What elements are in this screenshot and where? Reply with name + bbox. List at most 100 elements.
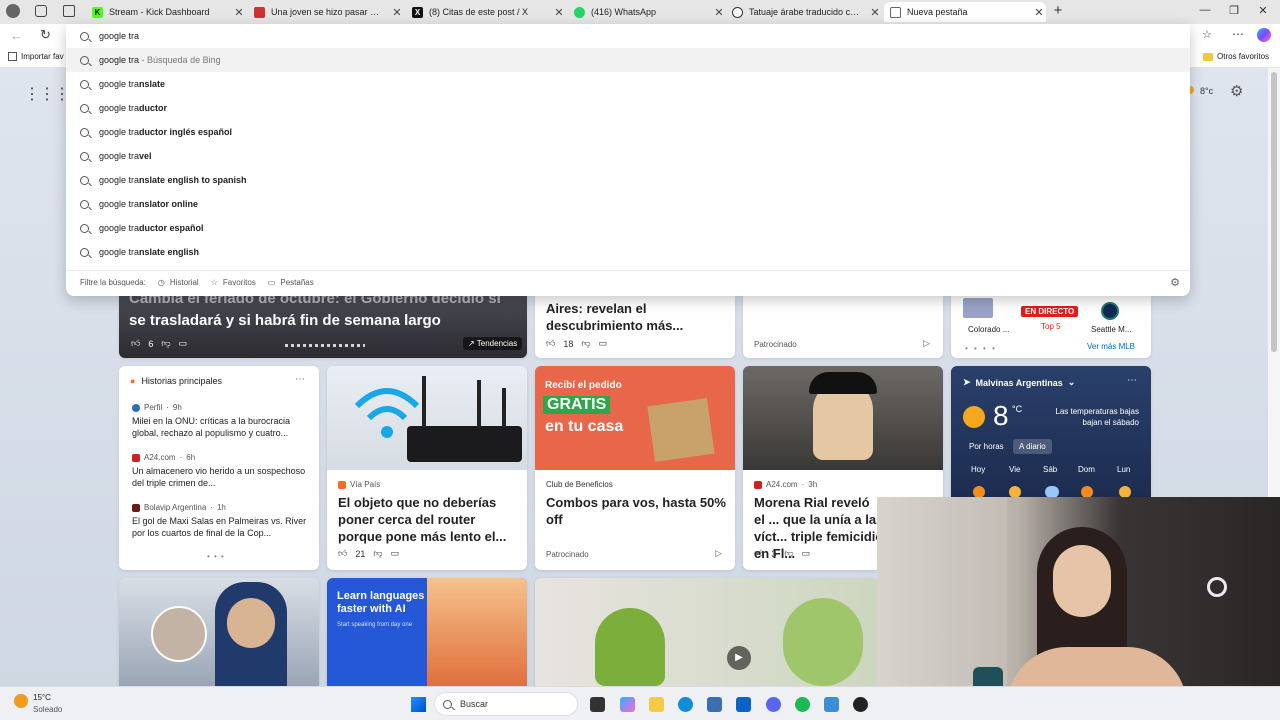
settings-gear-icon[interactable]: ⚙ (1230, 82, 1243, 100)
workspaces-icon[interactable] (35, 5, 47, 17)
tab-actions-icon[interactable] (63, 5, 75, 17)
story-item[interactable]: Bolavip Argentina · 1h El gol de Maxi Sala… (132, 503, 312, 539)
sponsored-card[interactable]: Patrocinado ▷ (743, 296, 943, 358)
like-icon[interactable]: 👍︎ (546, 338, 555, 349)
favorites-icon[interactable]: ☆ (1202, 28, 1212, 41)
discord-icon[interactable] (766, 697, 781, 712)
close-tab-icon[interactable]: ✕ (390, 6, 404, 19)
mlb-scores-card[interactable]: Colorado ... EN DIRECTO Top 5 Seattle M.… (951, 296, 1151, 358)
carousel-dots[interactable] (285, 344, 365, 347)
close-tab-icon[interactable]: ✕ (1032, 6, 1046, 19)
like-icon[interactable]: 👍︎ (131, 338, 140, 349)
close-tab-icon[interactable]: ✕ (712, 6, 726, 19)
suggestion-item[interactable]: google travel (66, 144, 1190, 168)
taskbar-temperature[interactable]: 15°C (33, 693, 51, 702)
taskbar-search[interactable]: Buscar (434, 692, 578, 716)
new-tab-button[interactable]: + (1051, 2, 1065, 19)
video-card[interactable]: ▶ (535, 578, 877, 686)
close-tab-icon[interactable]: ✕ (552, 6, 566, 19)
news-card-router[interactable]: Vía País El objeto que no deberías poner… (327, 366, 527, 570)
tab-tattoo[interactable]: Tatuaje árabe traducido como "e ✕ (726, 2, 882, 22)
weather-location[interactable]: ➤ Malvinas Argentinas ⌄ (963, 377, 1075, 388)
back-icon[interactable]: ← (10, 28, 23, 43)
suggestion-item[interactable]: google translate english (66, 240, 1190, 264)
weather-card[interactable]: ➤ Malvinas Argentinas ⌄ ⋯ 8 °C Las tempe… (951, 366, 1151, 498)
x-icon: X (412, 6, 423, 18)
spotify-icon[interactable] (795, 697, 810, 712)
ad-info-icon[interactable]: ▷ (715, 548, 722, 559)
more-mlb-link[interactable]: Ver más MLB (1087, 342, 1135, 351)
obs-icon[interactable] (853, 697, 868, 712)
close-tab-icon[interactable]: ✕ (232, 6, 246, 19)
comment-icon[interactable]: ▭ (802, 548, 811, 559)
photos-icon[interactable] (824, 697, 839, 712)
daily-tab[interactable]: A diario (1013, 439, 1052, 454)
more-options-icon[interactable]: ⋯ (1127, 375, 1137, 386)
filter-favorites[interactable]: ☆ Favoritos (211, 278, 256, 287)
story-item[interactable]: Perfil · 9h Milei en la ONU: críticas a la… (132, 403, 312, 439)
comment-icon[interactable]: ▭ (179, 338, 188, 349)
refresh-icon[interactable]: ↻ (40, 27, 51, 43)
filter-history[interactable]: ◷ Historial (158, 278, 199, 287)
tab-whatsapp[interactable]: (416) WhatsApp ✕ (568, 2, 726, 22)
edge-icon[interactable] (678, 697, 693, 712)
windows-start-icon[interactable] (411, 697, 426, 712)
weather-widget-icon[interactable] (14, 694, 28, 708)
suggestion-item[interactable]: google traductor inglés español (66, 120, 1190, 144)
carousel-dots[interactable]: • • • (207, 552, 225, 561)
tab-new-tab[interactable]: Nueva pestaña ✕ (884, 2, 1046, 22)
comment-icon[interactable]: ▭ (599, 338, 608, 349)
carousel-dots[interactable]: • • • • (965, 344, 997, 353)
play-icon[interactable]: ▶ (727, 646, 751, 670)
suggestion-item[interactable]: google translate (66, 72, 1190, 96)
address-bar[interactable]: google tra (66, 24, 1190, 48)
filter-tabs[interactable]: ▭ Pestañas (268, 278, 314, 287)
story-item[interactable]: A24.com · 6h Un almacenero vio herido a un… (132, 453, 312, 489)
hero-news-card[interactable]: Cambia el feriado de octubre: el Gobiern… (119, 296, 527, 358)
settings-gear-icon[interactable]: ⚙ (1170, 276, 1180, 289)
news-card-aires[interactable]: Aires: revelan el descubrimiento más... … (535, 296, 735, 358)
dislike-icon[interactable]: 👎︎ (784, 548, 793, 559)
weather-note[interactable]: Las temperaturas bajas bajan el sábado (1045, 406, 1139, 428)
copilot-icon[interactable] (1257, 28, 1271, 42)
trends-badge[interactable]: ↗ Tendencias (463, 337, 523, 350)
like-icon[interactable]: 👍︎ (754, 548, 763, 559)
task-view-icon[interactable] (590, 697, 605, 712)
suggestion-item[interactable]: google translator online (66, 192, 1190, 216)
tab-kick-dashboard[interactable]: K Stream - Kick Dashboard ✕ (86, 2, 246, 22)
close-window-button[interactable]: ✕ (1256, 4, 1270, 17)
maximize-button[interactable]: ❐ (1227, 4, 1241, 17)
suggestion-item[interactable]: google traductor español (66, 216, 1190, 240)
profile-icon[interactable] (6, 4, 20, 18)
promo-card[interactable]: Recibí el pedido GRATIS en tu casa Club … (535, 366, 735, 570)
f1-news-card[interactable] (119, 578, 319, 686)
suggestion-item[interactable]: google translate english to spanish (66, 168, 1190, 192)
import-favorites[interactable]: Importar fav (8, 52, 64, 61)
dislike-icon[interactable]: 👎︎ (581, 338, 590, 349)
dislike-icon[interactable]: 👎︎ (161, 338, 170, 349)
dislike-icon[interactable]: 👎︎ (373, 548, 382, 559)
address-bar-text[interactable]: google tra (99, 31, 139, 41)
tab-news[interactable]: Una joven se hizo pasar por una ✕ (248, 2, 404, 22)
close-tab-icon[interactable]: ✕ (868, 6, 882, 19)
suggestion-item[interactable]: google tra - Búsqueda de Bing (66, 48, 1190, 72)
apps-grid-icon[interactable]: ⋮⋮⋮ (24, 84, 70, 104)
comment-icon[interactable]: ▭ (391, 548, 400, 559)
file-explorer-icon[interactable] (649, 697, 664, 712)
minimize-button[interactable]: — (1198, 4, 1212, 16)
like-icon[interactable]: 👍︎ (338, 548, 347, 559)
ad-info-icon[interactable]: ▷ (923, 338, 930, 349)
copilot-app-icon[interactable] (620, 697, 635, 712)
menu-icon[interactable]: ⋯ (1232, 27, 1244, 41)
scrollbar-thumb[interactable] (1271, 72, 1277, 352)
tab-x-post[interactable]: X (8) Citas de este post / X ✕ (406, 2, 566, 22)
more-options-icon[interactable]: ⋯ (295, 374, 305, 385)
suggestion-item[interactable]: google traductor (66, 96, 1190, 120)
outlook-icon[interactable] (736, 697, 751, 712)
header-temperature[interactable]: 8°c (1200, 86, 1213, 96)
hourly-tab[interactable]: Por horas (969, 442, 1004, 451)
store-icon[interactable] (707, 697, 722, 712)
language-ad-card[interactable]: Learn languages faster with AI Start spe… (327, 578, 527, 686)
via-pais-logo (338, 480, 346, 489)
other-favorites[interactable]: Otros favoritos (1203, 52, 1269, 61)
